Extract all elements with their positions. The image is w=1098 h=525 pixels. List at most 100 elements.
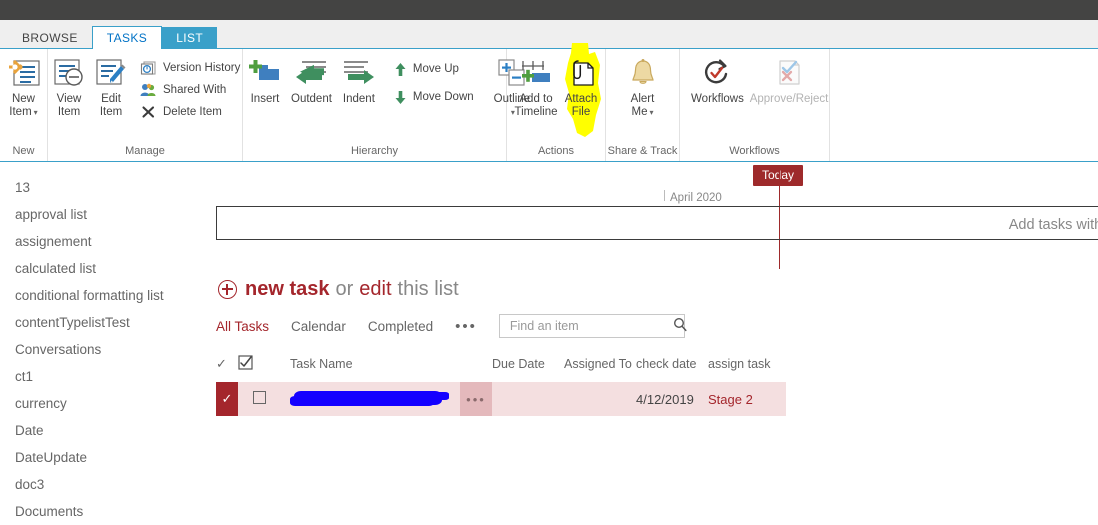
suite-bar [0, 0, 1098, 20]
table-row[interactable]: ✓ ••• 4/12/2019 Stage 2 [216, 382, 786, 416]
approve-reject-label: Approve/Reject [749, 93, 829, 105]
alert-bell-icon [627, 57, 659, 89]
main-content: Today April 2020 Add tasks with dates to… [216, 162, 1098, 514]
new-item-label-2: Item [9, 105, 32, 118]
row-checkbox[interactable] [252, 391, 266, 404]
edit-list-tail-text: this list [397, 278, 459, 300]
col-header-completed[interactable]: ✓ [216, 355, 238, 382]
row-assigned-to [564, 382, 636, 416]
row-completed-check[interactable]: ✓ [216, 382, 238, 416]
move-up-button[interactable]: Move Up [390, 59, 478, 80]
timeline-month-label: April 2020 [670, 192, 722, 204]
view-tab-all-tasks[interactable]: All Tasks [216, 319, 269, 334]
ribbon-group-new: New Item ▾ New [0, 49, 48, 161]
row-ellipsis-menu-button[interactable]: ••• [460, 382, 492, 416]
select-all-checkbox-icon[interactable] [238, 355, 253, 373]
row-check-date: 4/12/2019 [636, 382, 708, 416]
col-header-assign-task[interactable]: assign task [708, 355, 786, 382]
col-header-select-all[interactable] [238, 355, 280, 382]
sidebar-item-approval-list[interactable]: approval list [0, 201, 216, 228]
sidebar-item-conditional-formatting-list[interactable]: conditional formatting list [0, 282, 216, 309]
ribbon-group-label-share-track: Share & Track [607, 145, 678, 157]
delete-item-icon [140, 104, 157, 120]
view-item-button[interactable]: View Item [48, 55, 90, 118]
sidebar-item-currency[interactable]: currency [0, 390, 216, 417]
col-header-check-date[interactable]: check date [636, 355, 708, 382]
sidebar-item-date[interactable]: Date [0, 417, 216, 444]
sidebar-item-13[interactable]: 13 [0, 174, 216, 201]
tasks-table: ✓ Task Name Due Date Assigned To check d… [216, 355, 786, 416]
delete-item-label: Delete Item [163, 105, 222, 118]
move-down-button[interactable]: Move Down [390, 87, 478, 108]
timeline-band[interactable] [216, 206, 1098, 240]
row-assign-task: Stage 2 [708, 382, 786, 416]
insert-row-icon [247, 57, 283, 89]
row-select-checkbox-cell[interactable] [238, 382, 280, 416]
ribbon-group-label-actions: Actions [537, 145, 575, 157]
new-task-link[interactable]: new task [245, 278, 329, 301]
ribbon-tab-strip: BROWSE TASKS LIST [0, 20, 1098, 49]
attach-file-button[interactable]: Attach File [559, 43, 603, 137]
timeline-widget[interactable]: Today April 2020 Add tasks with dates to… [216, 162, 1098, 272]
add-to-timeline-label-2: Timeline [514, 105, 558, 118]
ribbon-group-label-manage: Manage [125, 145, 165, 157]
sidebar-item-dateupdate[interactable]: DateUpdate [0, 444, 216, 471]
view-tab-calendar[interactable]: Calendar [291, 319, 346, 334]
version-history-icon [140, 60, 157, 76]
sidebar-item-calculated-list[interactable]: calculated list [0, 255, 216, 282]
timeline-empty-text: Add tasks with dates to the [1008, 217, 1098, 233]
row-task-name[interactable] [280, 382, 460, 416]
col-header-due-date[interactable]: Due Date [492, 355, 564, 382]
shared-with-label: Shared With [163, 83, 227, 96]
task-name-redaction-scribble [294, 390, 442, 405]
move-up-label: Move Up [412, 63, 459, 76]
indent-arrow-icon [340, 57, 378, 89]
tab-tasks[interactable]: TASKS [91, 26, 163, 49]
insert-button[interactable]: Insert [243, 55, 287, 106]
ribbon-group-actions: Add to Timeline Attach File Actions [507, 43, 606, 161]
view-item-icon [52, 57, 86, 89]
tab-list[interactable]: LIST [162, 27, 218, 49]
view-tab-completed[interactable]: Completed [368, 319, 433, 334]
delete-item-button[interactable]: Delete Item [136, 101, 244, 123]
search-box[interactable] [498, 314, 687, 338]
search-input[interactable] [507, 318, 673, 334]
version-history-button[interactable]: Version History [136, 57, 244, 79]
view-more-ellipsis-button[interactable]: ••• [455, 318, 477, 335]
shared-with-icon [140, 82, 157, 98]
quick-launch-sidebar: 13 approval list assignement calculated … [0, 162, 216, 519]
edit-item-button[interactable]: Edit Item [90, 55, 132, 118]
sidebar-item-ct1[interactable]: ct1 [0, 363, 216, 390]
sidebar-item-documents[interactable]: Documents [0, 498, 216, 525]
ribbon-group-label-workflows: Workflows [729, 145, 780, 157]
sidebar-item-conversations[interactable]: Conversations [0, 336, 216, 363]
sidebar-item-doc3[interactable]: doc3 [0, 471, 216, 498]
outdent-button[interactable]: Outdent [287, 55, 336, 106]
shared-with-button[interactable]: Shared With [136, 79, 244, 101]
edit-item-label-2: Item [99, 105, 123, 118]
new-item-label-1: New [11, 93, 35, 105]
sidebar-item-assignement[interactable]: assignement [0, 228, 216, 255]
ribbon-group-label-hierarchy: Hierarchy [350, 145, 399, 157]
outdent-label: Outdent [291, 93, 332, 105]
add-to-timeline-label-1: Add to [519, 93, 553, 105]
arrow-down-icon [394, 90, 407, 105]
indent-button[interactable]: Indent [336, 55, 382, 106]
col-header-assigned-to[interactable]: Assigned To [564, 355, 636, 382]
search-icon[interactable] [673, 317, 687, 335]
col-header-task-name[interactable]: Task Name [280, 355, 460, 382]
ribbon-group-label-new: New [12, 145, 35, 157]
approve-reject-button[interactable]: Approve/Reject [749, 55, 829, 106]
new-item-button[interactable]: New Item ▾ [1, 55, 47, 118]
move-down-label: Move Down [412, 91, 474, 104]
view-selector-bar: All Tasks Calendar Completed ••• [216, 314, 1098, 338]
ribbon: New Item ▾ New View Item Edit Item Versi… [0, 43, 1098, 162]
add-circle-icon[interactable] [218, 280, 237, 299]
add-to-timeline-icon [518, 57, 554, 89]
sidebar-item-contenttypelisttest[interactable]: contentTypelistTest [0, 309, 216, 336]
workflows-button[interactable]: Workflows [686, 55, 749, 106]
add-to-timeline-button[interactable]: Add to Timeline [513, 55, 559, 118]
tab-browse[interactable]: BROWSE [8, 27, 92, 49]
edit-list-link[interactable]: edit [359, 278, 391, 301]
alert-me-button[interactable]: Alert Me ▾ [620, 55, 666, 118]
